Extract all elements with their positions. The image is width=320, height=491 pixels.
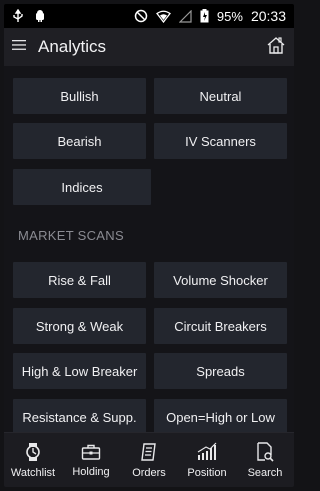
strong-weak-button[interactable]: Strong & Weak bbox=[13, 308, 146, 344]
analytics-content: Bullish Neutral Bearish IV Scanners Indi… bbox=[4, 66, 294, 435]
bullish-button[interactable]: Bullish bbox=[13, 78, 146, 114]
clock: 20:33 bbox=[250, 8, 286, 24]
section-title-market-scans: MARKET SCANS bbox=[18, 228, 124, 243]
search-doc-icon bbox=[256, 441, 274, 462]
nav-watchlist-label: Watchlist bbox=[10, 466, 56, 479]
page-title: Analytics bbox=[38, 37, 107, 56]
home-icon[interactable] bbox=[266, 35, 286, 60]
battery-icon bbox=[200, 9, 209, 23]
nav-search[interactable]: Search bbox=[236, 433, 294, 487]
usb-icon bbox=[12, 9, 24, 23]
app-frame: 95% 20:33 Analytics Bullish Neutral Bear… bbox=[4, 4, 294, 487]
volume-shocker-button[interactable]: Volume Shocker bbox=[154, 262, 287, 298]
watch-icon bbox=[24, 442, 42, 462]
nav-position-label: Position bbox=[187, 466, 227, 479]
neutral-button[interactable]: Neutral bbox=[154, 78, 287, 114]
signal-icon bbox=[178, 9, 192, 23]
nav-orders[interactable]: Orders bbox=[120, 433, 178, 487]
nav-orders-label: Orders bbox=[132, 466, 166, 479]
nav-search-label: Search bbox=[247, 466, 283, 479]
open-high-low-button[interactable]: Open=High or Low bbox=[154, 399, 287, 435]
bearish-button[interactable]: Bearish bbox=[13, 123, 146, 159]
orders-icon bbox=[140, 442, 158, 462]
rise-fall-button[interactable]: Rise & Fall bbox=[13, 262, 146, 298]
iv-scanners-button[interactable]: IV Scanners bbox=[154, 123, 287, 159]
spreads-button[interactable]: Spreads bbox=[154, 353, 287, 389]
circuit-breakers-button[interactable]: Circuit Breakers bbox=[154, 308, 287, 344]
nav-holding-label: Holding bbox=[72, 465, 110, 478]
app-bar: Analytics bbox=[4, 28, 294, 66]
bottom-nav: Watchlist Holding Orders Position Search bbox=[4, 432, 294, 487]
high-low-breaker-button[interactable]: High & Low Breaker bbox=[13, 353, 146, 389]
nav-holding[interactable]: Holding bbox=[62, 433, 120, 487]
android-icon bbox=[34, 9, 46, 23]
wifi-icon bbox=[155, 10, 171, 23]
resistance-support-button[interactable]: Resistance & Supp. bbox=[13, 399, 146, 435]
nav-position[interactable]: Position bbox=[178, 433, 236, 487]
do-not-disturb-icon bbox=[134, 9, 148, 23]
status-bar: 95% 20:33 bbox=[4, 4, 294, 28]
briefcase-icon bbox=[81, 443, 101, 461]
battery-percent: 95% bbox=[216, 8, 243, 24]
position-chart-icon bbox=[196, 442, 218, 462]
menu-icon[interactable] bbox=[12, 38, 26, 56]
indices-button[interactable]: Indices bbox=[13, 169, 151, 205]
nav-watchlist[interactable]: Watchlist bbox=[4, 433, 62, 487]
